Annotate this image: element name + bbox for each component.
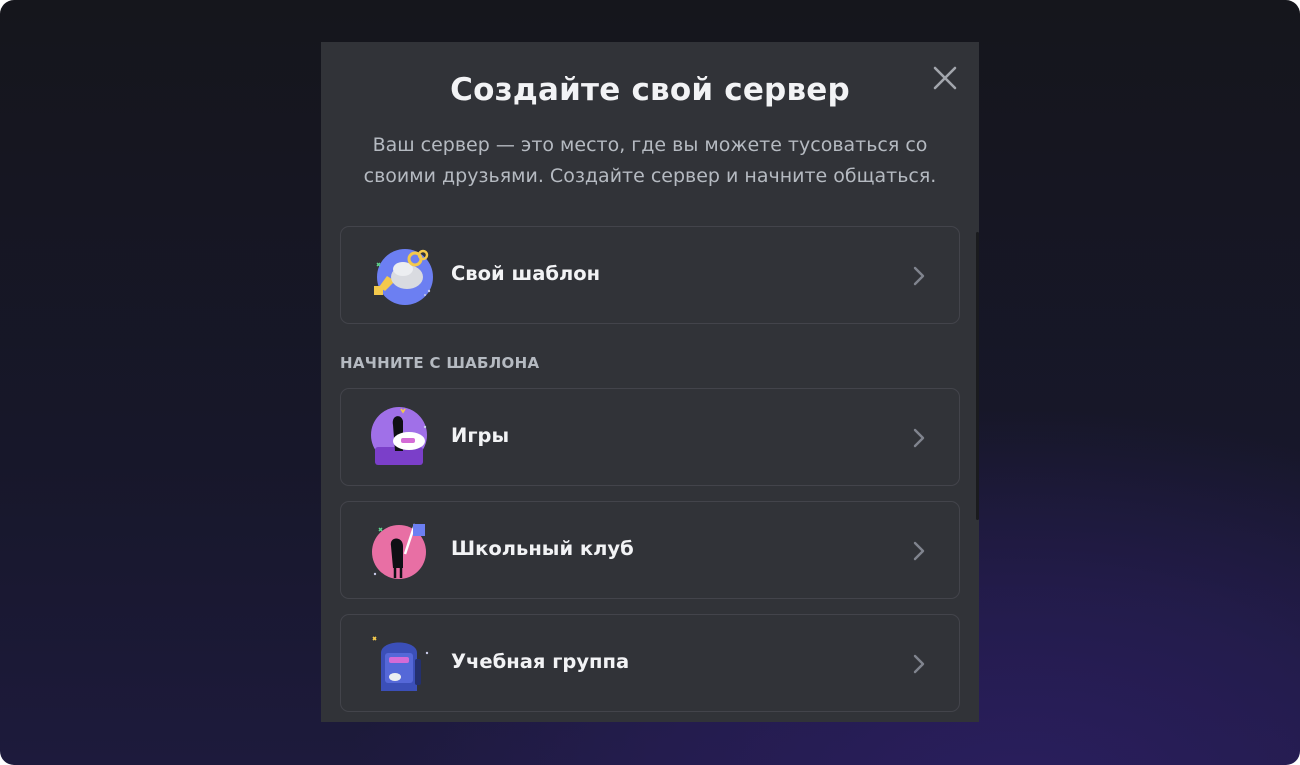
chevron-right-icon [913,266,925,286]
template-label: Школьный клуб [451,537,634,560]
chevron-right-icon [913,428,925,448]
modal-title: Создайте свой сервер [450,72,850,108]
template-gaming[interactable]: Игры [340,388,960,486]
option-custom-template[interactable]: Свой шаблон [340,226,960,324]
scrollbar[interactable] [976,232,979,520]
chevron-right-icon [913,541,925,561]
custom-template-icon [374,249,433,305]
custom-template-label: Свой шаблон [451,262,601,285]
template-study-group[interactable]: Учебная группа [340,614,960,712]
template-label: Учебная группа [451,650,630,673]
template-label: Игры [451,424,510,447]
templates-section-header: НАЧНИТЕ С ШАБЛОНА [340,354,540,372]
modal-subtitle: Ваш сервер — это место, где вы можете ту… [363,134,937,187]
gaming-icon [371,407,427,465]
template-school-club[interactable]: Школьный клуб [340,501,960,599]
create-server-modal: Создайте свой сервер Ваш сервер — это ме… [321,42,979,722]
chevron-right-icon [913,654,925,674]
school-club-icon [372,523,426,579]
study-group-icon [372,636,429,691]
